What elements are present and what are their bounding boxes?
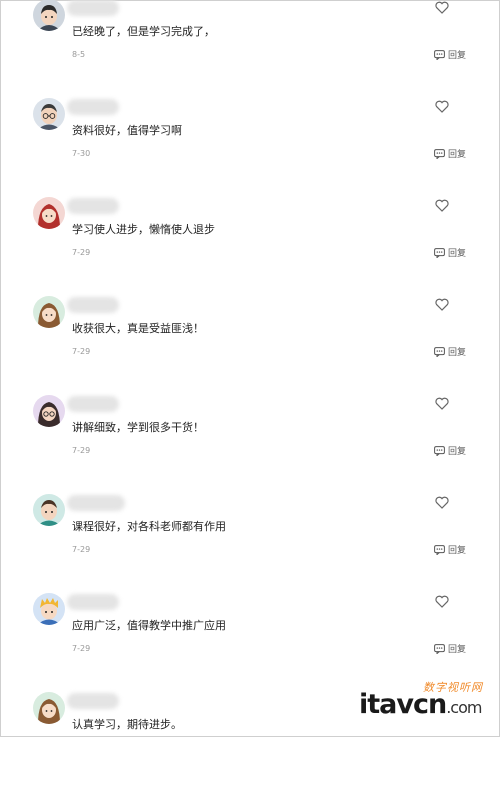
comment-text: 课程很好，对各科老师都有作用 <box>72 520 226 533</box>
comment-text: 认真学习，期待进步。 <box>72 718 182 731</box>
comment-text: 资料很好，值得学习啊 <box>72 124 182 137</box>
watermark-suffix: .com <box>446 698 482 717</box>
reply-button[interactable]: 回复 <box>434 246 466 259</box>
comment-date: 7-29 <box>72 545 91 554</box>
comment-list-frame: 已经晚了，但是学习完成了， 8-5 回复 资料很好，值得学习啊 7-30 回复 … <box>0 0 500 737</box>
comment-date: 7-29 <box>72 248 91 257</box>
comment-bubble-icon <box>434 643 445 654</box>
comment-text: 讲解细致，学到很多干货！ <box>72 421 204 434</box>
comment-item: 学习使人进步，懒惰使人退步 7-29 回复 <box>1 197 500 295</box>
avatar[interactable] <box>33 98 65 130</box>
reply-button[interactable]: 回复 <box>434 345 466 358</box>
avatar[interactable] <box>33 692 65 724</box>
comment-item: 讲解细致，学到很多干货！ 7-29 回复 <box>1 395 500 493</box>
username-blurred <box>67 594 119 610</box>
username-blurred <box>67 495 125 511</box>
comment-item: 课程很好，对各科老师都有作用 7-29 回复 <box>1 494 500 592</box>
comment-item: 应用广泛，值得教学中推广应用 7-29 回复 <box>1 593 500 691</box>
reply-button[interactable]: 回复 <box>434 147 466 160</box>
heart-outline-icon[interactable] <box>435 593 449 608</box>
comment-bubble-icon <box>434 49 445 60</box>
heart-outline-icon[interactable] <box>435 98 449 113</box>
comment-bubble-icon <box>434 148 445 159</box>
username-blurred <box>67 0 119 16</box>
comment-bubble-icon <box>434 247 445 258</box>
comment-bubble-icon <box>434 544 445 555</box>
comment-bubble-icon <box>434 445 445 456</box>
watermark-logo: itavcn.com <box>359 689 482 720</box>
heart-outline-icon[interactable] <box>435 197 449 212</box>
username-blurred <box>67 198 119 214</box>
reply-label: 回复 <box>448 150 467 160</box>
username-blurred <box>67 693 119 709</box>
reply-label: 回复 <box>448 546 467 556</box>
avatar[interactable] <box>33 395 65 427</box>
comment-text: 已经晚了，但是学习完成了， <box>72 25 215 38</box>
avatar[interactable] <box>33 494 65 526</box>
username-blurred <box>67 99 119 115</box>
comment-date: 7-30 <box>72 149 91 158</box>
comment-text: 应用广泛，值得教学中推广应用 <box>72 619 226 632</box>
reply-label: 回复 <box>448 348 467 358</box>
comment-text: 收获很大，真是受益匪浅！ <box>72 322 204 335</box>
site-watermark: 数字视听网 itavcn.com <box>357 679 493 729</box>
avatar[interactable] <box>33 296 65 328</box>
reply-label: 回复 <box>448 447 467 457</box>
username-blurred <box>67 396 119 412</box>
reply-button[interactable]: 回复 <box>434 642 466 655</box>
comment-bubble-icon <box>434 346 445 357</box>
reply-button[interactable]: 回复 <box>434 543 466 556</box>
reply-label: 回复 <box>448 249 467 259</box>
heart-outline-icon[interactable] <box>435 494 449 509</box>
reply-label: 回复 <box>448 645 467 655</box>
avatar[interactable] <box>33 197 65 229</box>
comment-date: 7-29 <box>72 446 91 455</box>
avatar[interactable] <box>33 593 65 625</box>
comment-item: 收获很大，真是受益匪浅！ 7-29 回复 <box>1 296 500 394</box>
avatar[interactable] <box>33 0 65 31</box>
reply-button[interactable]: 回复 <box>434 444 466 457</box>
comment-item: 已经晚了，但是学习完成了， 8-5 回复 <box>1 0 500 97</box>
heart-outline-icon[interactable] <box>435 296 449 311</box>
comment-date: 8-5 <box>72 50 86 59</box>
heart-outline-icon[interactable] <box>435 395 449 410</box>
username-blurred <box>67 297 119 313</box>
comment-date: 7-29 <box>72 644 91 653</box>
comment-date: 7-29 <box>72 347 91 356</box>
comment-item: 资料很好，值得学习啊 7-30 回复 <box>1 98 500 196</box>
comment-text: 学习使人进步，懒惰使人退步 <box>72 223 215 236</box>
watermark-brand: itavcn <box>359 689 447 720</box>
reply-label: 回复 <box>448 51 467 61</box>
heart-outline-icon[interactable] <box>435 0 449 14</box>
reply-button[interactable]: 回复 <box>434 48 466 61</box>
